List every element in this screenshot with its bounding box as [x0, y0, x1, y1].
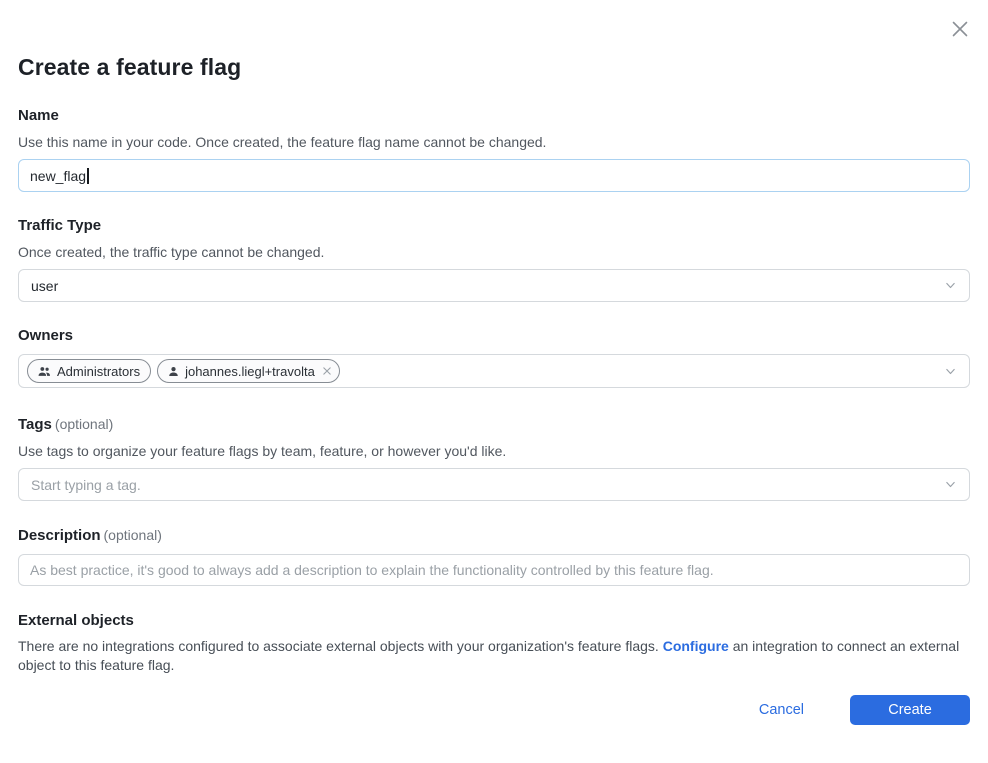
create-feature-flag-dialog: Create a feature flag Name Use this name… [0, 0, 988, 763]
description-optional-text: (optional) [104, 527, 162, 543]
traffic-type-helper-text: Once created, the traffic type cannot be… [18, 243, 970, 261]
dialog-footer: Cancel Create [18, 695, 970, 725]
person-icon [168, 366, 179, 377]
external-objects-text: There are no integrations configured to … [18, 637, 970, 674]
tags-label: Tags(optional) [18, 415, 970, 434]
remove-owner-icon[interactable] [322, 366, 332, 376]
cancel-button[interactable]: Cancel [759, 702, 804, 718]
tags-select[interactable]: Start typing a tag. [18, 468, 970, 501]
chevron-down-icon [944, 478, 957, 491]
close-button[interactable] [947, 16, 973, 42]
dialog-title: Create a feature flag [18, 0, 970, 81]
group-icon [38, 366, 51, 377]
traffic-type-select[interactable]: user [18, 269, 970, 302]
configure-link[interactable]: Configure [663, 638, 729, 654]
description-placeholder: As best practice, it's good to always ad… [30, 562, 714, 578]
tags-placeholder: Start typing a tag. [31, 477, 141, 493]
owner-chip-label: Administrators [57, 364, 140, 379]
traffic-type-label: Traffic Type [18, 217, 970, 235]
close-icon [949, 18, 971, 40]
name-helper-text: Use this name in your code. Once created… [18, 133, 970, 151]
description-input[interactable]: As best practice, it's good to always ad… [18, 554, 970, 586]
description-label-text: Description [18, 527, 101, 544]
owner-chip-label: johannes.liegl+travolta [185, 364, 315, 379]
owner-chip-user[interactable]: johannes.liegl+travolta [157, 359, 340, 383]
chevron-down-icon [944, 279, 957, 292]
external-objects-label: External objects [18, 612, 970, 630]
owner-chip-administrators[interactable]: Administrators [27, 359, 151, 383]
name-input[interactable]: new_flag [18, 159, 970, 192]
traffic-type-selected-value: user [31, 278, 58, 294]
description-label: Description(optional) [18, 526, 970, 545]
create-button[interactable]: Create [850, 695, 970, 725]
tags-helper-text: Use tags to organize your feature flags … [18, 442, 970, 460]
chevron-down-icon [944, 365, 957, 378]
tags-label-text: Tags [18, 416, 52, 433]
external-objects-text-before: There are no integrations configured to … [18, 638, 663, 654]
tags-optional-text: (optional) [55, 416, 113, 432]
owners-label: Owners [18, 327, 970, 345]
name-label: Name [18, 107, 970, 125]
owners-select[interactable]: Administrators johannes.liegl+travolta [18, 354, 970, 388]
text-caret [87, 168, 89, 184]
name-input-value: new_flag [30, 168, 86, 184]
